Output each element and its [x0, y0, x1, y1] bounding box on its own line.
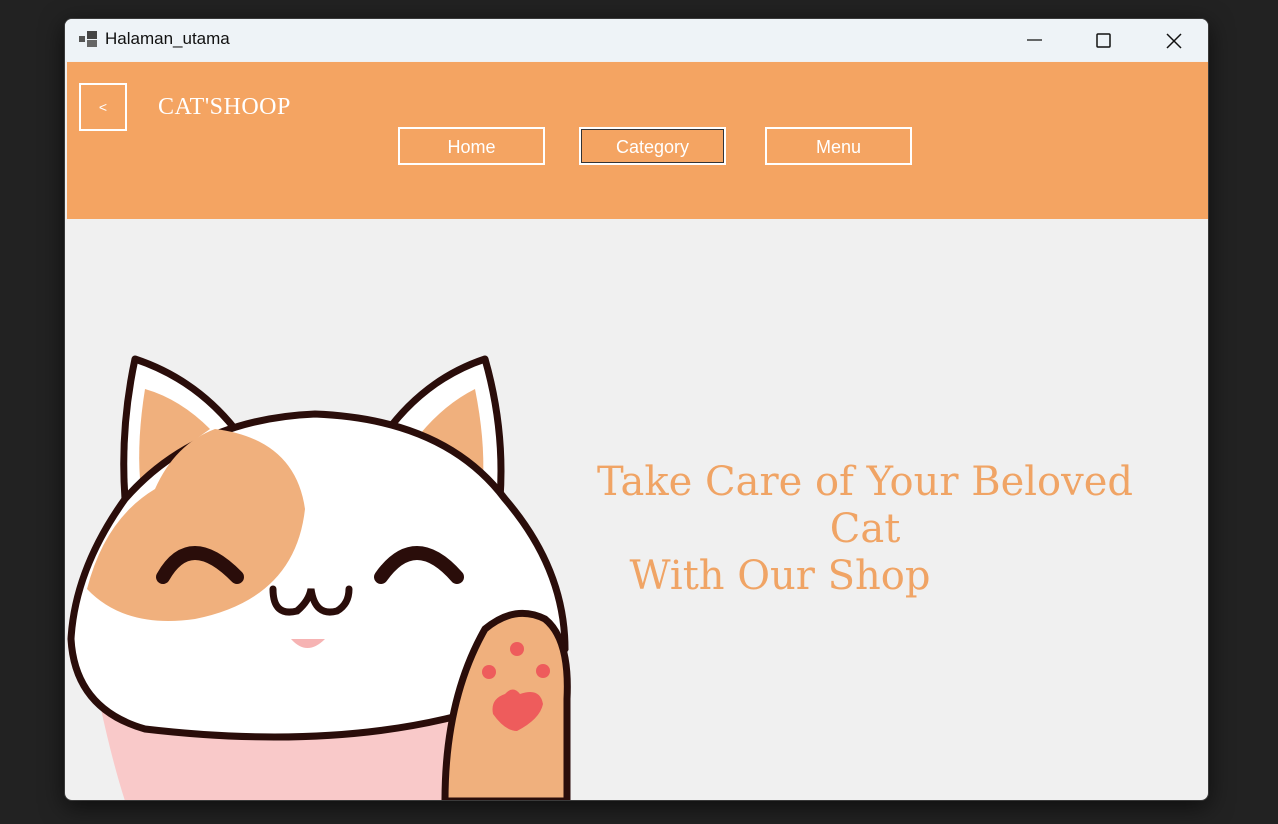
tagline-line-1: Take Care of Your Beloved Cat	[596, 459, 1134, 552]
title-bar[interactable]: Halaman_utama	[65, 19, 1208, 61]
header-bar: < CAT'SHOOP Home Category Menu	[67, 62, 1208, 219]
app-window: Halaman_utama < CAT'SHOOP Home Category …	[64, 18, 1209, 801]
back-button[interactable]: <	[79, 83, 127, 131]
brand-title: CAT'SHOOP	[158, 94, 291, 120]
close-button[interactable]	[1138, 19, 1208, 61]
waving-cat-illustration	[67, 355, 571, 800]
maximize-icon	[1096, 33, 1111, 48]
minimize-button[interactable]	[999, 19, 1069, 61]
tagline-line-2: With Our Shop	[629, 553, 931, 599]
minimize-icon	[1027, 39, 1042, 41]
nav-home-button[interactable]: Home	[398, 127, 545, 165]
nav-category-button[interactable]: Category	[579, 127, 726, 165]
nav-menu-button[interactable]: Menu	[765, 127, 912, 165]
app-icon	[79, 31, 97, 47]
maximize-button[interactable]	[1068, 19, 1138, 61]
hero-tagline: Take Care of Your Beloved Cat With Our S…	[565, 459, 1165, 600]
close-icon	[1166, 33, 1182, 49]
window-title: Halaman_utama	[105, 29, 230, 48]
